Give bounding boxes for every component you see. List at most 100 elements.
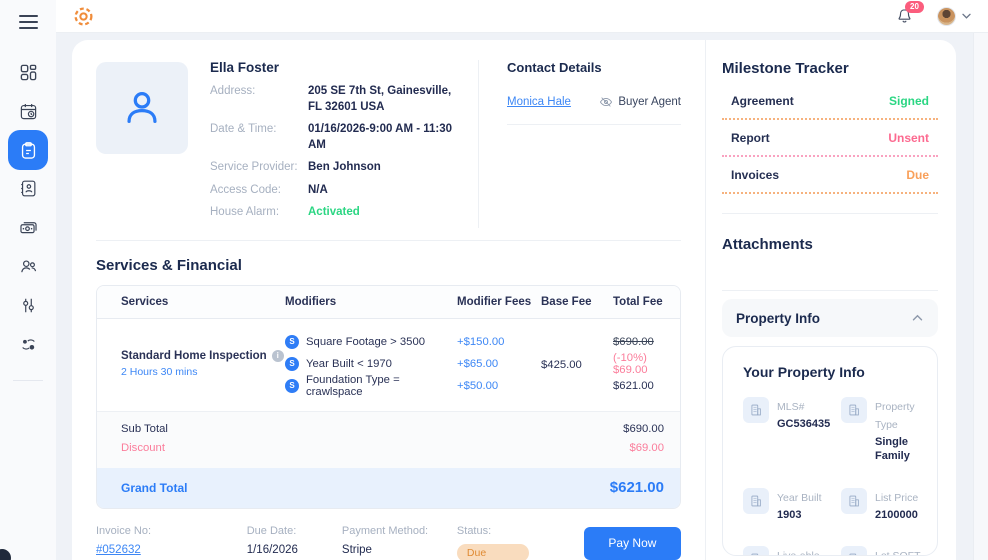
notifications-button[interactable]: 20 [896, 1, 924, 25]
sub-total-label: Sub Total [121, 422, 168, 435]
sidebar-item-schedule[interactable] [8, 92, 48, 131]
property-item-price: List Price 2100000 [841, 487, 935, 522]
banknote-icon [19, 222, 37, 234]
datetime-value: 01/16/2026-9:00 AM - 11:30 AM [308, 123, 453, 151]
info-icon[interactable]: i [271, 349, 284, 362]
address-book-icon [20, 180, 35, 197]
column-header: Modifier Fees [457, 295, 532, 308]
side-divider [722, 290, 938, 291]
client-name: Ella Foster [210, 60, 280, 75]
field-label: Date & Time: [210, 123, 277, 136]
attachments-title: Attachments [722, 236, 813, 253]
modifier-badge-icon: S [285, 334, 299, 349]
sub-total-value: $690.00 [623, 422, 664, 435]
users-icon [20, 260, 36, 273]
property-info-accordion[interactable]: Property Info [722, 299, 938, 337]
invoice-section: Invoice No: #052632 Due Date: 1/16/2026 … [96, 524, 682, 560]
menu-toggle-icon[interactable] [18, 15, 38, 29]
notification-count-badge: 20 [905, 1, 924, 13]
property-card-title: Your Property Info [743, 364, 865, 380]
column-header: Total Fee [613, 295, 663, 308]
sidebar-item-team[interactable] [8, 247, 48, 286]
milestone-label: Invoices [731, 168, 780, 182]
service-row: Standard Home Inspection i 2 Hours 30 mi… [97, 319, 680, 411]
building-icon [849, 404, 859, 416]
building-icon [751, 553, 759, 555]
discount-value: $69.00 [629, 441, 664, 454]
modifier-label: Square Footage > 3500 [306, 335, 426, 348]
sliders-icon [22, 298, 34, 313]
property-item-mls: MLS# GC536435 [743, 397, 837, 464]
property-label: Property Type [875, 401, 915, 431]
service-provider-value: Ben Johnson [308, 161, 381, 174]
property-label: Lot SQFT [875, 549, 921, 556]
grand-total-value: $621.00 [609, 479, 664, 497]
sidebar-item-settings[interactable] [8, 286, 48, 325]
building-icon [849, 495, 859, 506]
property-label: List Price [875, 491, 919, 504]
clipboard-icon [21, 141, 35, 159]
order-side-column: Milestone Tracker Agreement Signed Repor… [706, 40, 956, 560]
contact-name-link[interactable]: Monica Hale [507, 96, 571, 108]
property-info-title: Property Info [736, 310, 821, 326]
order-main-column: Ella Foster Address: 205 SE 7th St, Gain… [72, 40, 705, 560]
sidebar-item-payments[interactable] [8, 208, 48, 247]
modifier-label: Year Built < 1970 [306, 357, 392, 370]
services-financial-title: Services & Financial [96, 256, 242, 274]
property-value: 1903 [777, 508, 802, 521]
field-label: Service Provider: [210, 161, 298, 174]
sidebar-nav [8, 53, 48, 364]
integrations-icon [21, 339, 35, 350]
property-label: Year Built [777, 491, 822, 504]
property-item-livable-sqft: Live-able SQFT4427 [743, 545, 837, 555]
sidebar-item-dashboard[interactable] [8, 53, 48, 92]
total-fee-final: $621.00 [613, 379, 654, 392]
section-divider [96, 239, 681, 241]
base-fee-value: $425.00 [541, 358, 582, 371]
field-label: Address: [210, 85, 256, 97]
sidebar-item-orders[interactable] [8, 130, 48, 170]
side-divider [722, 213, 938, 214]
sidebar-divider [13, 380, 43, 381]
user-avatar[interactable] [937, 6, 956, 26]
modifier-fee: +$50.00 [457, 379, 499, 392]
client-avatar-placeholder [96, 62, 188, 154]
sidebar-item-integrations[interactable] [8, 325, 48, 364]
pay-now-button[interactable]: Pay Now [583, 526, 682, 560]
invoice-number-link[interactable]: #052632 [96, 544, 247, 556]
property-value: Single Family [875, 436, 910, 463]
property-item-type: Property Type Single Family [841, 397, 935, 464]
property-label: MLS# [777, 401, 805, 413]
sidebar-item-contacts[interactable] [8, 169, 48, 208]
milestone-divider [722, 155, 938, 157]
modifier-fee: +$65.00 [457, 357, 499, 370]
field-label: House Alarm: [210, 206, 280, 219]
invoice-number-label: Invoice No: [96, 524, 152, 537]
column-header: Base Fee [541, 295, 592, 308]
milestone-divider [722, 118, 938, 120]
calendar-clock-icon [20, 103, 36, 120]
modifier-fee: +$150.00 [457, 335, 505, 348]
modifier-label: Foundation Type = crawlspace [306, 373, 400, 398]
property-value: 2100000 [875, 508, 918, 521]
property-item-year: Year Built 1903 [743, 487, 837, 522]
eye-slash-icon[interactable] [599, 95, 613, 109]
property-item-lot-sqft: Lot SQFT27007 [841, 545, 935, 556]
milestone-row: Invoices Due [722, 168, 938, 182]
person-icon [127, 91, 157, 124]
milestone-status: Signed [888, 94, 929, 108]
chevron-down-icon[interactable] [962, 13, 971, 20]
services-table-header: Services Modifiers Modifier Fees Base Fe… [97, 285, 680, 319]
milestone-divider [722, 192, 938, 194]
totals-section: Sub Total $690.00 Discount $69.00 [97, 410, 680, 468]
due-date-label: Due Date: [246, 524, 297, 537]
milestone-row: Report Unsent [722, 131, 938, 145]
services-table: Services Modifiers Modifier Fees Base Fe… [96, 284, 681, 509]
status-label: Status: [456, 524, 492, 537]
page-scrollbar[interactable] [973, 33, 988, 560]
milestone-label: Report [731, 131, 770, 145]
milestone-tracker-title: Milestone Tracker [722, 60, 849, 77]
app-logo-icon[interactable] [73, 6, 94, 27]
milestone-list: Agreement Signed Report Unsent Invoices … [722, 94, 938, 194]
property-info-card: Your Property Info MLS# GC536435 Property… [722, 346, 938, 556]
